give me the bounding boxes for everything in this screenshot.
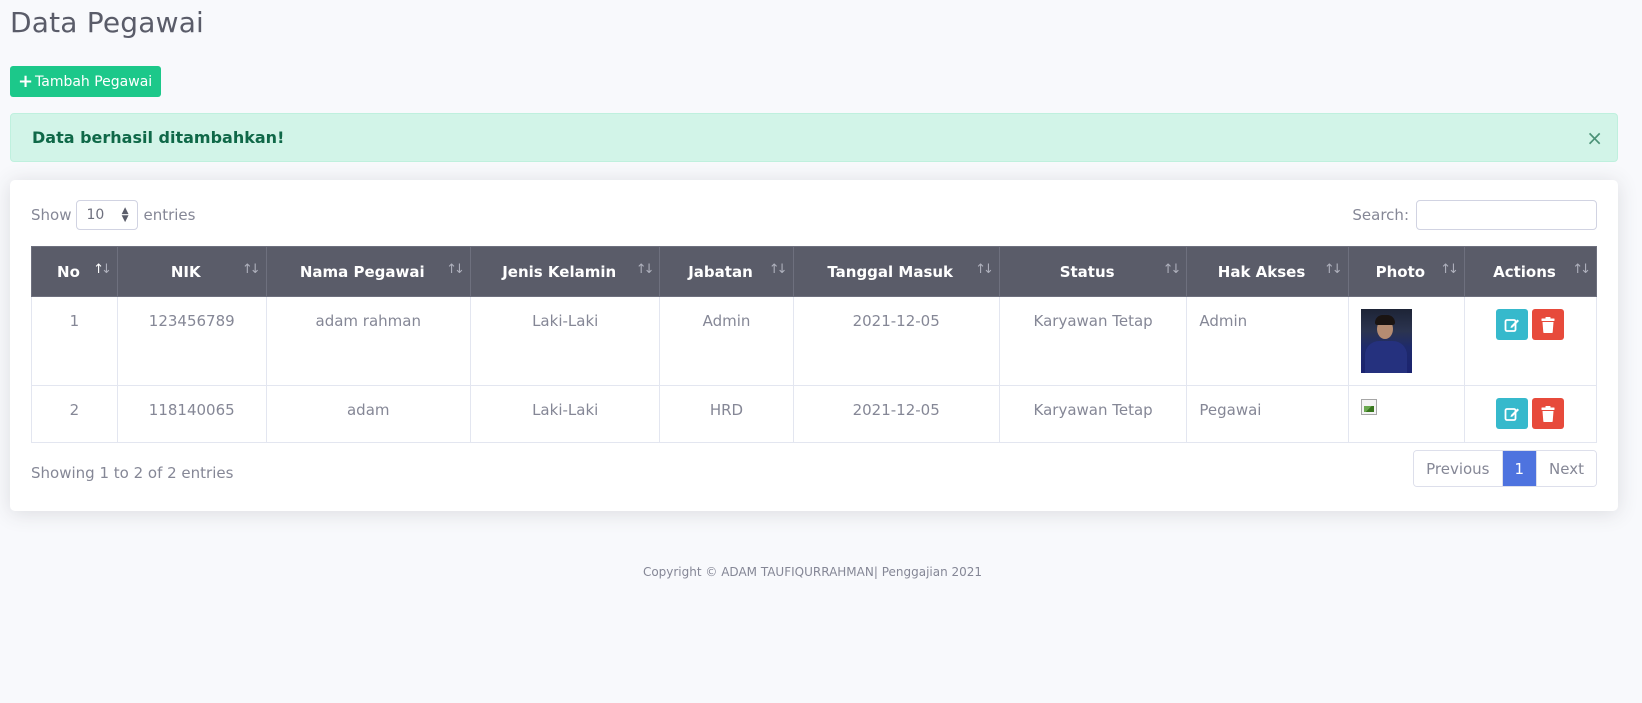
trash-icon <box>1541 316 1555 333</box>
plus-icon: + <box>18 70 34 92</box>
alert-message: Data berhasil ditambahkan! <box>32 128 285 147</box>
sort-icon: ↑↓ <box>241 262 261 277</box>
delete-button[interactable] <box>1532 398 1565 429</box>
sort-asc-icon: ↑↓ <box>93 262 112 277</box>
employee-table-card: Show 10 ▲ ▼ entries Search: No ↑↓ NIK ↑↓… <box>10 180 1618 511</box>
previous-page-button[interactable]: Previous <box>1414 451 1502 486</box>
delete-button[interactable] <box>1532 309 1565 340</box>
sort-icon: ↑↓ <box>1162 262 1182 277</box>
sort-icon: ↑↓ <box>446 262 465 277</box>
broken-image-icon <box>1360 399 1377 415</box>
cell-nik: 123456789 <box>116 296 267 386</box>
cell-photo <box>1347 296 1465 386</box>
table-row: 2 118140065 adam Laki-Laki HRD 2021-12-0… <box>31 385 1598 443</box>
footer-copyright: Copyright © ADAM TAUFIQURRAHMAN| Penggaj… <box>642 565 983 579</box>
cell-nama: adam rahman <box>265 296 471 386</box>
employee-photo <box>1360 309 1412 373</box>
edit-button[interactable] <box>1496 398 1529 429</box>
page-length-control: Show 10 ▲ ▼ entries <box>31 200 195 230</box>
column-header-no[interactable]: No ↑↓ <box>31 246 118 297</box>
sort-icon: ↑↓ <box>635 262 655 277</box>
cell-tanggal-masuk: 2021-12-05 <box>792 385 1000 443</box>
page-length-select[interactable]: 10 ▲ ▼ <box>76 200 139 230</box>
search-input[interactable] <box>1416 200 1597 230</box>
column-header-actions[interactable]: Actions ↑↓ <box>1463 246 1598 297</box>
page: Data Pegawai + Tambah Pegawai Data berha… <box>0 0 1642 703</box>
cell-photo <box>1347 385 1465 443</box>
success-alert: Data berhasil ditambahkan! × <box>10 113 1618 162</box>
search-control: Search: <box>1352 200 1597 230</box>
cell-jenis-kelamin: Laki-Laki <box>469 385 661 443</box>
cell-nama: adam <box>265 385 471 443</box>
page-title: Data Pegawai <box>10 6 205 39</box>
cell-actions <box>1463 296 1598 386</box>
trash-icon <box>1541 405 1555 422</box>
select-arrows-icon: ▲ ▼ <box>121 206 129 224</box>
column-header-jenis-kelamin[interactable]: Jenis Kelamin ↑↓ <box>469 246 661 297</box>
cell-hak-akses: Admin <box>1186 296 1349 386</box>
pagination: Previous 1 Next <box>1413 450 1597 487</box>
next-page-button[interactable]: Next <box>1536 451 1596 486</box>
column-header-nama[interactable]: Nama Pegawai ↑↓ <box>265 246 471 297</box>
sort-icon: ↑↓ <box>1323 262 1343 277</box>
cell-no: 1 <box>31 296 118 386</box>
cell-status: Karyawan Tetap <box>998 385 1188 443</box>
table-row: 1 123456789 adam rahman Laki-Laki Admin … <box>31 296 1598 386</box>
column-header-nik[interactable]: NIK ↑↓ <box>116 246 267 297</box>
cell-jabatan: HRD <box>659 385 794 443</box>
cell-nik: 118140065 <box>116 385 267 443</box>
cell-tanggal-masuk: 2021-12-05 <box>792 296 1000 386</box>
sort-icon: ↑↓ <box>1440 262 1459 277</box>
column-header-jabatan[interactable]: Jabatan ↑↓ <box>659 246 794 297</box>
edit-button[interactable] <box>1496 309 1529 340</box>
column-header-photo[interactable]: Photo ↑↓ <box>1347 246 1465 297</box>
column-header-hak-akses[interactable]: Hak Akses ↑↓ <box>1186 246 1349 297</box>
add-employee-button[interactable]: + Tambah Pegawai <box>10 66 162 97</box>
sort-icon: ↑↓ <box>975 262 994 277</box>
cell-jenis-kelamin: Laki-Laki <box>469 296 661 386</box>
column-header-tanggal-masuk[interactable]: Tanggal Masuk ↑↓ <box>792 246 1000 297</box>
edit-icon <box>1505 318 1520 332</box>
table-info: Showing 1 to 2 of 2 entries <box>31 464 234 482</box>
sort-icon: ↑↓ <box>1572 262 1591 277</box>
close-icon[interactable]: × <box>1586 126 1603 150</box>
add-employee-label: Tambah Pegawai <box>35 73 153 90</box>
table-header-row: No ↑↓ NIK ↑↓ Nama Pegawai ↑↓ Jenis Kelamin ↑… <box>31 246 1598 297</box>
column-header-status[interactable]: Status ↑↓ <box>998 246 1188 297</box>
cell-status: Karyawan Tetap <box>998 296 1188 386</box>
edit-icon <box>1505 407 1520 421</box>
cell-jabatan: Admin <box>659 296 794 386</box>
show-label: Show <box>31 206 72 224</box>
cell-no: 2 <box>31 385 118 443</box>
employee-table: No ↑↓ NIK ↑↓ Nama Pegawai ↑↓ Jenis Kelamin ↑… <box>31 246 1598 443</box>
page-length-value: 10 <box>86 207 105 223</box>
cell-hak-akses: Pegawai <box>1186 385 1349 443</box>
search-label: Search: <box>1352 206 1409 224</box>
cell-actions <box>1463 385 1598 443</box>
page-button-1[interactable]: 1 <box>1501 451 1537 486</box>
entries-label: entries <box>143 206 196 224</box>
sort-icon: ↑↓ <box>768 262 788 277</box>
